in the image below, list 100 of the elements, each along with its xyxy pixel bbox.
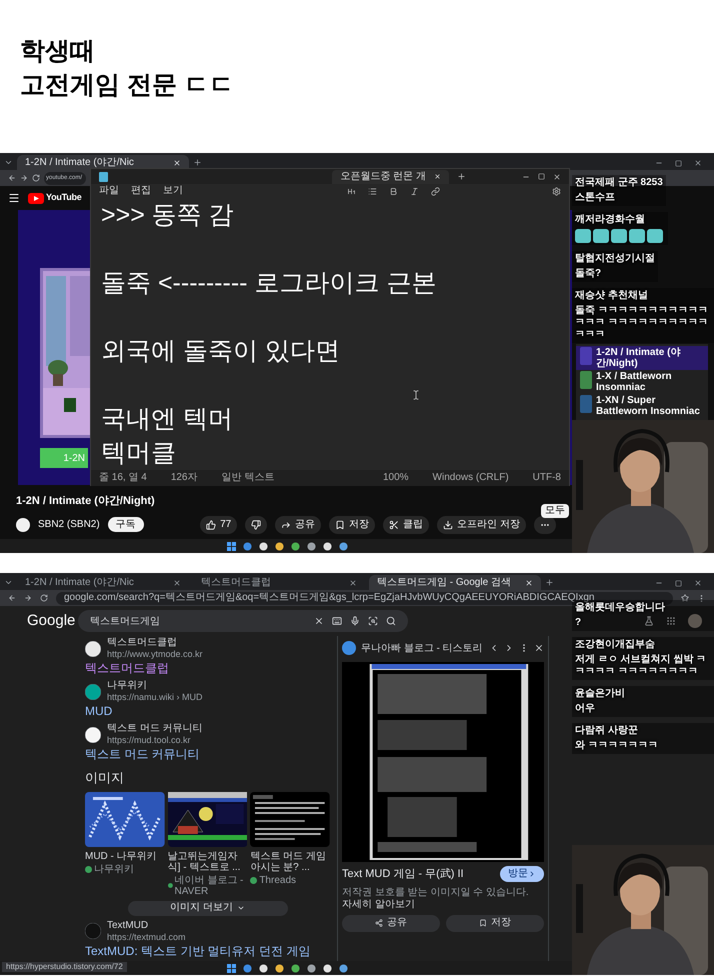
result-title-link[interactable]: MUD (85, 704, 330, 719)
site-name: TextMUD (107, 920, 150, 932)
settings-icon[interactable] (552, 186, 561, 196)
italic-icon[interactable] (410, 186, 419, 196)
bookmark-icon (335, 520, 346, 530)
maximize-icon[interactable] (675, 580, 682, 586)
clip-button[interactable]: 클립 (383, 516, 430, 534)
download-button[interactable]: 오프라인 저장 (437, 516, 526, 534)
image-caption[interactable]: 날고뛰는게임자식] - 텍스트로 ... (168, 850, 248, 872)
browser-tab[interactable]: 1-2N / Intimate (야간/Nic (17, 155, 189, 170)
channel-avatar-icon[interactable] (16, 518, 30, 532)
chat-text: 어우 (575, 703, 595, 715)
close-icon[interactable] (694, 579, 702, 587)
back-icon[interactable] (8, 174, 16, 182)
logo-text: YouTube (46, 191, 82, 204)
scissors-icon (389, 520, 400, 530)
list-icon[interactable] (368, 186, 377, 196)
note-text-line: 텍머클 (101, 438, 176, 469)
image-caption[interactable]: 텍스트 머드 게임 아시는 분? ... (250, 850, 330, 872)
reload-icon[interactable] (32, 174, 40, 182)
bold-icon[interactable] (389, 186, 398, 196)
close-icon[interactable] (534, 643, 544, 653)
menu-item[interactable]: 편집 (131, 186, 151, 196)
account-avatar-icon[interactable] (688, 614, 702, 628)
close-icon[interactable] (694, 159, 702, 167)
share-button[interactable]: 공유 (342, 914, 440, 932)
menu-item[interactable]: 보기 (163, 186, 183, 196)
maximize-icon[interactable] (675, 160, 682, 166)
forward-icon[interactable] (24, 594, 32, 602)
site-icon (85, 640, 101, 656)
visit-button[interactable]: 방문 (500, 866, 544, 882)
menu-item[interactable]: 파일 (99, 186, 119, 196)
status-url: https://hyperstudio.tistory.com/72 (2, 962, 127, 972)
thumbs-down-icon (251, 520, 262, 530)
dislike-button[interactable] (245, 516, 268, 534)
back-icon[interactable] (8, 594, 16, 602)
maximize-icon[interactable] (538, 173, 545, 180)
windows-start-icon[interactable] (226, 542, 236, 550)
menu-icon[interactable] (8, 192, 20, 204)
search-icon[interactable] (386, 616, 396, 626)
search-field[interactable]: 텍스트머드게임 (78, 610, 408, 632)
windows-start-icon[interactable] (226, 964, 236, 972)
close-icon[interactable] (553, 172, 561, 180)
download-icon (443, 520, 454, 530)
save-button[interactable]: 저장 (446, 914, 544, 932)
result-title-link[interactable]: 텍스트머드클럽 (85, 661, 330, 676)
subscribe-button[interactable]: 구독 (108, 517, 144, 532)
channel-name[interactable]: SBN2 (SBN2) (38, 517, 100, 532)
site-url: https://namu.wiki › MUD (107, 692, 203, 703)
close-icon[interactable] (349, 578, 357, 586)
heading-icon[interactable] (347, 186, 356, 196)
image-source: 나무위키 (94, 864, 134, 874)
notepad-tab[interactable]: 오픈월드중 런몬 개 (332, 170, 449, 184)
microphone-icon[interactable] (350, 616, 360, 626)
keyboard-icon[interactable] (332, 616, 342, 626)
note-text-line: >>> 동쪽 감 (101, 200, 234, 231)
chat-text: 저게 ㄹㅇ 서브컬쳐지 씹박 ㅋㅋㅋㅋㅋ ㅋㅋㅋㅋㅋㅋㅋㅋ (575, 654, 708, 678)
more-images-button[interactable]: 이미지 더보기 (128, 900, 288, 916)
new-tab-icon[interactable] (545, 578, 554, 587)
site-icon (85, 684, 101, 700)
close-icon[interactable] (173, 578, 181, 586)
tab-list-icon[interactable] (4, 578, 13, 587)
flask-icon[interactable] (644, 616, 654, 626)
thumbs-up-icon (206, 520, 216, 530)
playlist-item[interactable]: 1-XN / Super Battleworn Insomniac (576, 394, 708, 418)
result-title-link[interactable]: TextMUD: 텍스트 기반 멀티유저 던전 게임 (85, 944, 330, 958)
text-cursor-icon (411, 390, 421, 400)
apps-icon[interactable] (666, 616, 676, 626)
new-tab-icon[interactable] (193, 158, 202, 167)
site-name: 텍스트머드클럽 (107, 637, 178, 649)
status-text: 100% (382, 473, 409, 483)
playlist-item[interactable]: 1-X / Battleworn Insomniac (576, 370, 708, 394)
notepad-icon (99, 172, 108, 182)
save-button[interactable]: 저장 (329, 516, 376, 534)
more-button[interactable] (534, 516, 556, 534)
status-text: Windows (CRLF) (432, 473, 509, 483)
source-icon (250, 876, 258, 884)
learn-more-link[interactable]: 자세히 알아보기 (342, 898, 415, 910)
source-icon (168, 882, 172, 889)
reload-icon[interactable] (40, 594, 48, 602)
chat-text: 와 ㅋㅋㅋㅋㅋㅋㅋ (575, 740, 658, 752)
link-icon[interactable] (431, 186, 440, 196)
chat-text: 돌죽 ㅋㅋㅋㅋㅋㅋㅋㅋㅋㅋㅋㅋㅋㅋ ㅋㅋㅋㅋㅋㅋㅋㅋㅋㅋㅋㅋㅋ (575, 305, 709, 341)
result-title-link[interactable]: 텍스트 머드 커뮤니티 (85, 747, 330, 762)
chat-username: 다람쥐 사랑꾼 (575, 725, 638, 737)
image-caption[interactable]: MUD - 나무위키 (85, 850, 165, 862)
like-button[interactable]: 77 (200, 516, 238, 534)
lens-icon[interactable] (368, 616, 378, 626)
note-text-line: 외국에 돌죽이 있다면 (101, 336, 340, 367)
forward-icon[interactable] (20, 174, 28, 182)
image-title: Text MUD 게임 - 무(武) II (342, 867, 464, 882)
browser-tab[interactable]: 텍스트머드게임 - Google 검색 (369, 575, 541, 590)
new-tab-icon[interactable] (457, 172, 466, 181)
playlist-item[interactable]: 1-2N / Intimate (야간/Night) (576, 346, 708, 370)
filter-chip[interactable]: 모두 (541, 504, 569, 518)
google-logo[interactable]: Google (0, 610, 78, 632)
clear-icon[interactable] (314, 616, 324, 626)
bookmark-star-icon[interactable] (681, 594, 689, 602)
tab-list-icon[interactable] (4, 158, 13, 167)
share-button[interactable]: 공유 (275, 516, 322, 534)
